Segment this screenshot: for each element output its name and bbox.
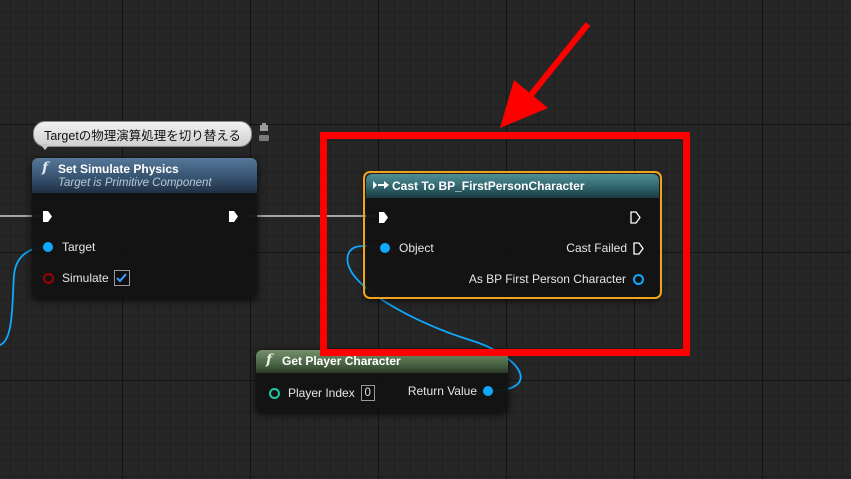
object-pin-icon: [483, 386, 493, 396]
int-pin-icon: [269, 387, 280, 399]
comment-tail: [40, 144, 50, 150]
simulate-checkbox[interactable]: [113, 270, 130, 286]
return-value-pin[interactable]: Return Value: [408, 383, 493, 399]
target-pin[interactable]: Target: [43, 239, 95, 255]
node-subtitle: Target is Primitive Component: [58, 177, 212, 189]
bool-pin-icon: [43, 272, 54, 284]
node-title: Set Simulate Physics: [58, 162, 179, 176]
node-get-player-character[interactable]: f Get Player Character Player Index 0 Re…: [256, 350, 508, 412]
exec-pin-icon: [43, 210, 52, 222]
player-index-pin[interactable]: Player Index 0: [269, 385, 375, 401]
node-set-simulate-physics[interactable]: f Set Simulate Physics Target is Primiti…: [32, 158, 257, 298]
exec-out-pin[interactable]: [228, 208, 239, 224]
exec-in-pin[interactable]: [42, 208, 53, 224]
comment-text: Targetの物理演算処理を切り替える: [44, 128, 241, 143]
node-title: Get Player Character: [282, 354, 401, 368]
pin-label: Player Index: [288, 386, 355, 400]
function-icon: f: [42, 160, 49, 176]
pin-label: Return Value: [407, 384, 477, 398]
exec-pin-icon: [229, 210, 238, 222]
comment-bubble[interactable]: Targetの物理演算処理を切り替える: [33, 121, 252, 147]
checkmark-icon: [116, 273, 127, 283]
highlight-box: [320, 132, 690, 356]
pin-label: Target: [62, 240, 96, 254]
player-index-input[interactable]: 0: [360, 385, 375, 401]
node-header[interactable]: f Set Simulate Physics Target is Primiti…: [32, 158, 257, 193]
object-pin-icon: [43, 242, 53, 252]
red-arrow-icon: [500, 22, 591, 128]
pin-icon[interactable]: [258, 122, 270, 144]
simulate-pin[interactable]: Simulate: [43, 270, 130, 286]
pin-label: Simulate: [62, 271, 109, 285]
function-icon: f: [266, 352, 273, 368]
